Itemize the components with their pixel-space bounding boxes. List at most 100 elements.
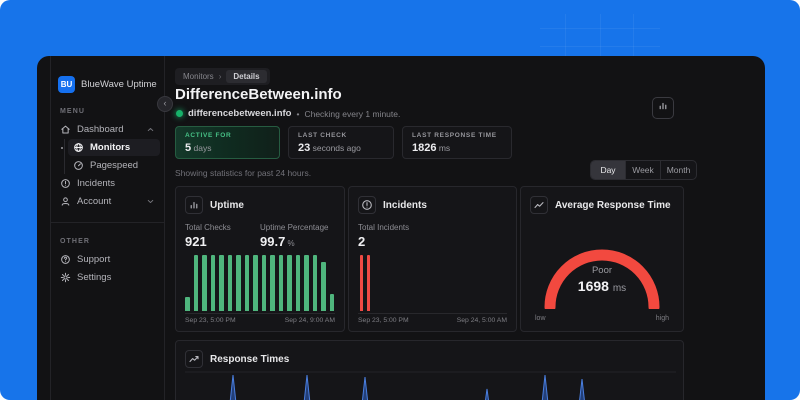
metric-value: 2 bbox=[358, 234, 507, 249]
incident-bar bbox=[367, 255, 370, 311]
sidebar-item-monitors[interactable]: Monitors bbox=[61, 139, 160, 156]
uptime-metrics: Total Checks 921 Uptime Percentage 99.7 % bbox=[185, 223, 335, 249]
bar-chart-icon bbox=[185, 196, 203, 214]
axis-start-label: Sep 23, 5:00 PM bbox=[358, 317, 409, 324]
stat-value-number: 23 bbox=[298, 142, 311, 154]
brand-name: BlueWave Uptime bbox=[81, 79, 157, 90]
uptime-bar bbox=[193, 255, 198, 311]
sidebar-item-label: Support bbox=[77, 254, 111, 265]
sidebar-other-label: OTHER bbox=[60, 238, 90, 245]
status-bullet: • bbox=[296, 108, 300, 119]
configure-icon bbox=[657, 99, 669, 117]
monitor-host[interactable]: differencebetween.info bbox=[188, 108, 291, 119]
user-icon bbox=[60, 196, 71, 207]
main-content: Monitors › Details DifferenceBetween.inf… bbox=[165, 56, 765, 400]
support-icon bbox=[60, 254, 71, 265]
gauge-high-label: high bbox=[655, 315, 669, 322]
stats-note: Showing statistics for past 24 hours. bbox=[175, 168, 312, 178]
metric-value-unit: % bbox=[285, 239, 295, 248]
blue-backdrop: BU BlueWave Uptime ‹ MENU Dashboard Monit… bbox=[0, 0, 800, 400]
uptime-bar bbox=[219, 255, 224, 311]
response-times-chart[interactable] bbox=[185, 371, 676, 400]
gauge-low-label: low bbox=[535, 315, 546, 322]
backdrop-grid-line bbox=[540, 28, 660, 29]
stat-value-unit: seconds ago bbox=[310, 143, 361, 153]
stat-card-value: 5 days bbox=[185, 142, 270, 154]
backdrop-grid-line bbox=[540, 46, 660, 47]
gear-icon bbox=[60, 272, 71, 283]
stat-card-last-response-time[interactable]: LAST RESPONSE TIME 1826 ms bbox=[402, 126, 512, 159]
sidebar-item-pagespeed[interactable]: Pagespeed bbox=[68, 157, 160, 174]
brand-logo: BU bbox=[58, 76, 75, 93]
uptime-card-header: Uptime bbox=[185, 196, 335, 214]
uptime-bar bbox=[253, 255, 258, 311]
uptime-bar bbox=[236, 255, 241, 311]
stat-card-value: 1826 ms bbox=[412, 142, 502, 154]
stat-card-active-for[interactable]: ACTIVE FOR 5 days bbox=[175, 126, 280, 159]
sidebar-item-label: Pagespeed bbox=[90, 160, 139, 171]
sidebar-item-label: Monitors bbox=[90, 142, 131, 153]
sidebar-item-account[interactable]: Account bbox=[55, 193, 160, 210]
average-response-card: Average Response Time Poor 1698 ms low h… bbox=[520, 186, 684, 332]
alert-circle-icon bbox=[60, 178, 71, 189]
brand[interactable]: BU BlueWave Uptime bbox=[51, 56, 164, 93]
incidents-card-title: Incidents bbox=[383, 199, 427, 211]
uptime-bar bbox=[287, 255, 292, 311]
stat-cards-row: ACTIVE FOR 5 days LAST CHECK 23 seconds ago… bbox=[175, 126, 512, 159]
range-option-month[interactable]: Month bbox=[661, 161, 696, 179]
sidebar-menu-list: Dashboard Monitors Pagespeed Incidents Accou… bbox=[51, 121, 164, 210]
uptime-card: Uptime Total Checks 921 Uptime Percentage 9… bbox=[175, 186, 345, 332]
response-times-title: Response Times bbox=[210, 353, 290, 365]
sidebar-item-support[interactable]: Support bbox=[55, 251, 160, 268]
uptime-bar bbox=[227, 255, 232, 311]
incidents-axis: Sep 23, 5:00 PM Sep 24, 5:00 AM bbox=[358, 313, 507, 324]
gauge-value-unit: ms bbox=[612, 283, 627, 294]
sidebar-item-settings[interactable]: Settings bbox=[55, 269, 160, 286]
metric-label: Total Incidents bbox=[358, 223, 410, 232]
uptime-bar bbox=[270, 255, 275, 311]
uptime-bar-chart[interactable] bbox=[185, 255, 335, 311]
uptime-axis: Sep 23, 5:00 PM Sep 24, 9:00 AM bbox=[185, 313, 335, 324]
stat-card-label: LAST CHECK bbox=[298, 132, 347, 139]
axis-start-label: Sep 23, 5:00 PM bbox=[185, 317, 236, 324]
metric-value: 921 bbox=[185, 234, 260, 249]
axis-end-label: Sep 24, 9:00 AM bbox=[284, 317, 335, 324]
uptime-bar bbox=[210, 255, 215, 311]
breadcrumb-current[interactable]: Details bbox=[226, 70, 267, 83]
sidebar-other-list: Support Settings bbox=[51, 251, 164, 286]
trend-icon bbox=[185, 350, 203, 368]
response-gauge[interactable]: Poor 1698 ms low high bbox=[530, 216, 674, 322]
monitor-status-row: differencebetween.info • Checking every … bbox=[176, 108, 400, 119]
incident-bar bbox=[360, 255, 363, 311]
metric-total-checks: Total Checks 921 bbox=[185, 223, 260, 249]
axis-end-label: Sep 24, 5:00 AM bbox=[456, 317, 507, 324]
metric-value-number: 2 bbox=[358, 234, 366, 249]
stat-card-last-check[interactable]: LAST CHECK 23 seconds ago bbox=[288, 126, 394, 159]
sidebar-collapse-button[interactable]: ‹ bbox=[157, 96, 173, 112]
sidebar-item-dashboard[interactable]: Dashboard bbox=[55, 121, 160, 138]
incidents-bar-chart[interactable] bbox=[358, 255, 507, 311]
breadcrumb-parent[interactable]: Monitors bbox=[183, 72, 214, 81]
backdrop-grid-line bbox=[600, 14, 601, 56]
gauge-value-number: 1698 bbox=[577, 278, 609, 294]
stat-value-unit: ms bbox=[436, 143, 451, 153]
incidents-metrics: Total Incidents 2 bbox=[358, 223, 507, 249]
backdrop-grid-line bbox=[633, 14, 634, 56]
stat-card-label: ACTIVE FOR bbox=[185, 132, 232, 139]
range-option-day[interactable]: Day bbox=[591, 161, 626, 179]
stat-value-number: 1826 bbox=[412, 142, 437, 154]
uptime-bar bbox=[261, 255, 266, 311]
uptime-bar bbox=[185, 297, 190, 311]
app-window: BU BlueWave Uptime ‹ MENU Dashboard Monit… bbox=[37, 56, 765, 400]
range-option-week[interactable]: Week bbox=[626, 161, 661, 179]
trend-icon bbox=[530, 196, 548, 214]
globe-icon bbox=[73, 142, 84, 153]
configure-monitor-button[interactable] bbox=[652, 97, 674, 119]
metric-value-number: 99.7 bbox=[260, 234, 286, 249]
sidebar-menu-label: MENU bbox=[60, 108, 86, 115]
speedometer-icon bbox=[73, 160, 84, 171]
response-times-area bbox=[229, 374, 585, 400]
incidents-card-header: Incidents bbox=[358, 196, 507, 214]
sidebar-item-incidents[interactable]: Incidents bbox=[55, 175, 160, 192]
uptime-bar bbox=[244, 255, 249, 311]
